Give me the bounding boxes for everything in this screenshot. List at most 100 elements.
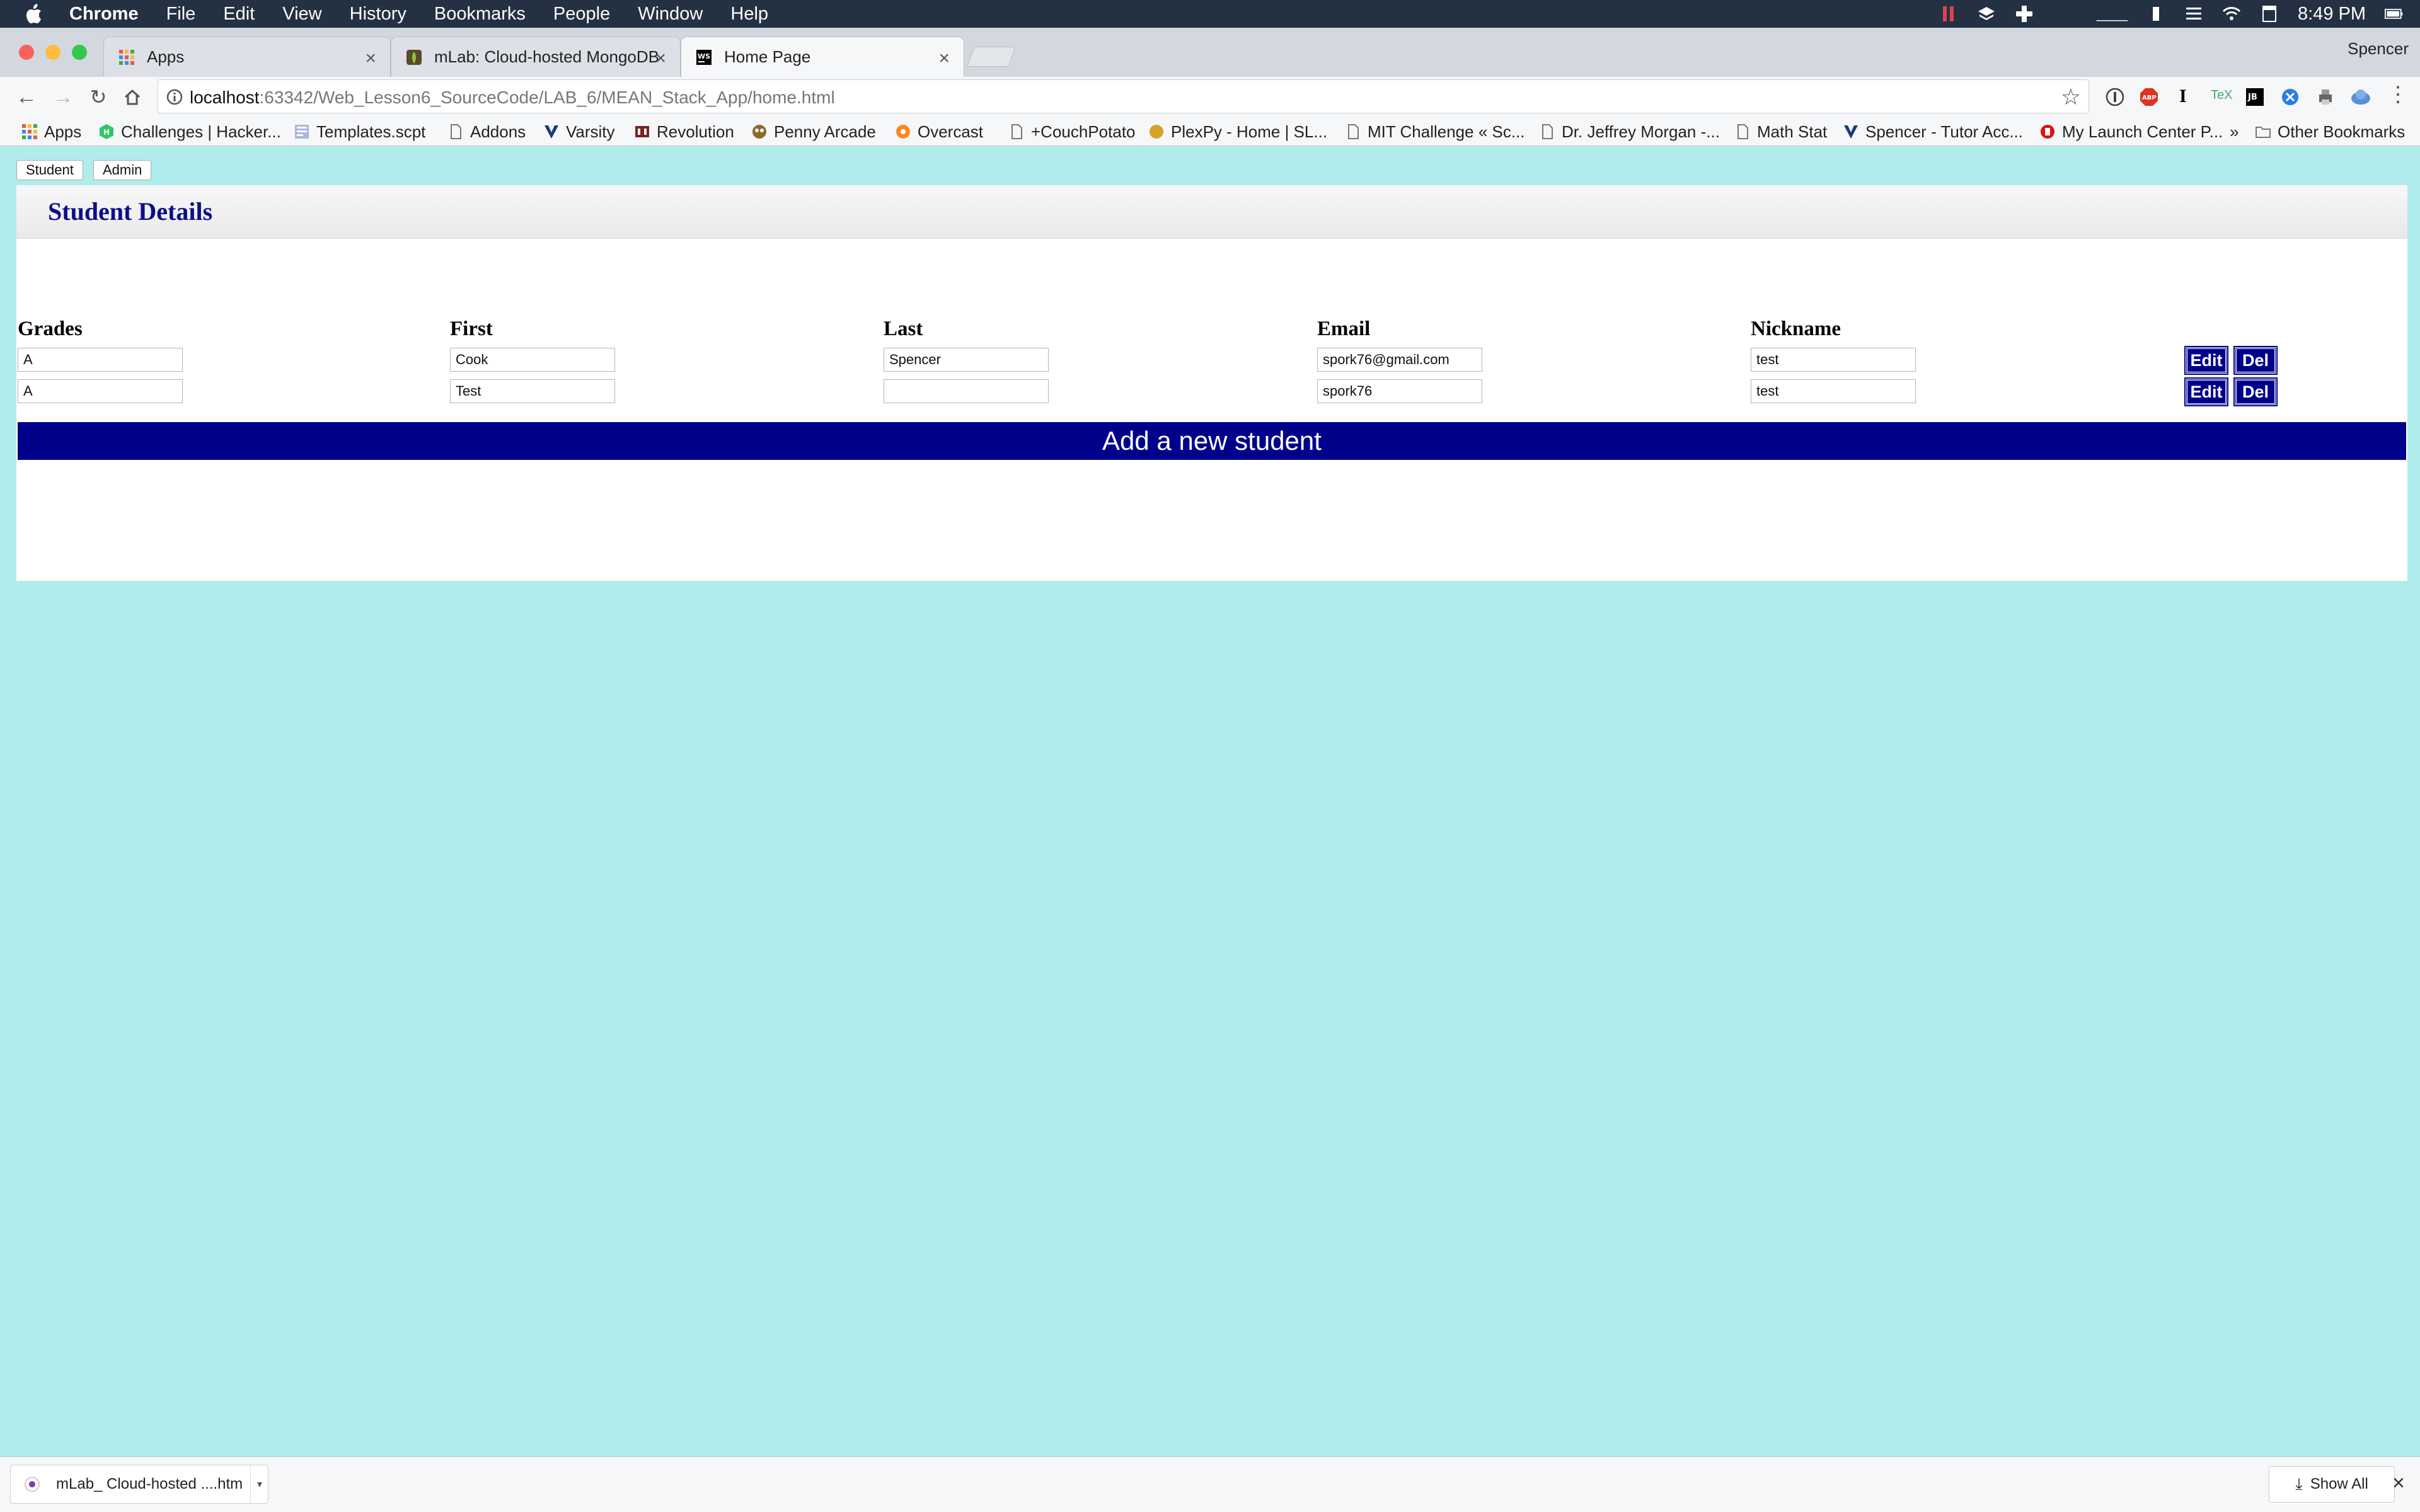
onepassword-icon[interactable] — [2105, 87, 2125, 107]
bookmark-label: Penny Arcade — [774, 122, 876, 141]
new-tab-button[interactable] — [967, 47, 1016, 67]
column-header-nickname: Nickname — [1751, 318, 1841, 340]
nickname-input[interactable]: test — [1751, 379, 1916, 403]
wifi-icon[interactable] — [2222, 4, 2241, 23]
extension-blue-icon[interactable] — [2280, 87, 2300, 107]
other-bookmarks-folder[interactable]: Other Bookmarks — [2255, 121, 2405, 142]
clock[interactable]: 8:49 PM — [2298, 4, 2366, 25]
edit-button[interactable]: Edit — [2184, 346, 2228, 375]
close-shelf-icon[interactable]: × — [2392, 1471, 2405, 1496]
first-name-input[interactable]: Cook — [450, 348, 615, 372]
adblock-icon[interactable]: ABP — [2139, 87, 2159, 107]
download-item[interactable]: mLab_ Cloud-hosted ....htm ▾ — [10, 1465, 268, 1504]
bookmark-launch-center[interactable]: My Launch Center P... — [2039, 121, 2223, 142]
grade-input[interactable]: A — [18, 379, 183, 403]
page-icon — [1737, 124, 1748, 139]
grade-input[interactable]: A — [18, 348, 183, 372]
bookmarks-overflow-chevron[interactable]: » — [2230, 121, 2238, 142]
menu-people[interactable]: People — [553, 4, 610, 25]
forward-arrow-icon[interactable]: → — [50, 84, 76, 110]
email-input[interactable]: spork76@gmail.com — [1317, 348, 1482, 372]
calendar-icon[interactable] — [2260, 4, 2279, 23]
bookmark-varsity[interactable]: Varsity — [543, 121, 615, 142]
bookmark-jeffrey-morgan[interactable]: Dr. Jeffrey Morgan -... — [1539, 121, 1720, 142]
bookmark-templates[interactable]: Templates.scpt — [294, 121, 425, 142]
address-bar[interactable]: localhost:63342/Web_Lesson6_SourceCode/L… — [158, 79, 2089, 113]
pause-icon[interactable] — [1939, 4, 1958, 23]
window-zoom-button[interactable] — [72, 45, 87, 60]
plus-cross-icon[interactable] — [2015, 4, 2034, 23]
back-arrow-icon[interactable]: ← — [14, 84, 39, 110]
close-tab-icon[interactable]: × — [655, 48, 666, 69]
close-tab-icon[interactable]: × — [365, 48, 376, 69]
tex-icon[interactable]: TeX — [2211, 88, 2232, 103]
url-text[interactable]: localhost:63342/Web_Lesson6_SourceCode/L… — [190, 88, 835, 108]
hackerrank-icon: H — [100, 124, 113, 139]
window-minimize-button[interactable] — [45, 45, 60, 60]
download-options-chevron-icon[interactable]: ▾ — [250, 1465, 268, 1503]
bookmark-penny-arcade[interactable]: Penny Arcade — [751, 121, 876, 142]
url-path: :63342/Web_Lesson6_SourceCode/LAB_6/MEAN… — [259, 88, 835, 107]
bookmark-hackerrank[interactable]: H Challenges | Hacker... — [98, 121, 281, 142]
home-icon[interactable] — [120, 84, 145, 110]
apps-grid-icon — [22, 124, 37, 139]
show-all-downloads-button[interactable]: ⤓ Show All — [2269, 1466, 2395, 1503]
tab-apps[interactable]: Apps × — [103, 37, 391, 77]
menu-history[interactable]: History — [350, 4, 406, 25]
window-close-button[interactable] — [19, 45, 34, 60]
battery-icon[interactable] — [2146, 4, 2165, 23]
tab-label: mLab: Cloud-hosted MongoDB — [434, 47, 659, 66]
layers-icon[interactable] — [1977, 4, 1996, 23]
show-all-label: Show All — [2310, 1475, 2368, 1492]
menu-file[interactable]: File — [166, 4, 196, 25]
bookmark-label: Varsity — [566, 122, 615, 141]
varsity-icon — [1844, 125, 1858, 139]
bookmark-tutor-account[interactable]: Spencer - Tutor Acc... — [1843, 121, 2023, 142]
bookmark-label: Spencer - Tutor Acc... — [1865, 122, 2023, 141]
apple-icon[interactable] — [25, 3, 44, 25]
admin-nav-button[interactable]: Admin — [93, 160, 152, 180]
delete-button[interactable]: Del — [2233, 346, 2278, 375]
last-name-input[interactable] — [884, 379, 1049, 403]
menu-view[interactable]: View — [282, 4, 321, 25]
tab-home-page[interactable]: WS Home Page × — [681, 37, 964, 77]
menu-help[interactable]: Help — [730, 4, 768, 25]
bookmark-overcast[interactable]: Overcast — [895, 121, 983, 142]
bookmark-apps[interactable]: Apps — [21, 121, 81, 142]
bookmark-star-icon[interactable]: ☆ — [2061, 84, 2081, 110]
bookmark-addons[interactable]: Addons — [447, 121, 526, 142]
last-name-input[interactable]: Spencer — [884, 348, 1049, 372]
cloud-extension-icon[interactable] — [2349, 87, 2372, 107]
instapaper-icon[interactable]: I — [2179, 86, 2187, 107]
tab-mlab[interactable]: mLab: Cloud-hosted MongoDB × — [391, 37, 681, 77]
bookmark-label: Apps — [44, 122, 82, 141]
printer-icon[interactable] — [2315, 87, 2336, 107]
penny-arcade-icon — [752, 125, 766, 139]
add-student-button[interactable]: Add a new student — [18, 422, 2406, 460]
reload-icon[interactable]: ↻ — [86, 84, 111, 110]
list-icon[interactable] — [2184, 4, 2203, 23]
menu-app-chrome[interactable]: Chrome — [69, 4, 139, 25]
jetbrains-icon[interactable]: JB — [2245, 87, 2265, 107]
bookmark-plexpy[interactable]: PlexPy - Home | SL... — [1148, 121, 1327, 142]
info-icon[interactable] — [166, 88, 183, 106]
menu-edit[interactable]: Edit — [223, 4, 255, 25]
menu-window[interactable]: Window — [638, 4, 703, 25]
nickname-input[interactable]: test — [1751, 348, 1916, 372]
page-icon — [451, 124, 461, 139]
bookmark-revolution[interactable]: Revolution — [634, 121, 734, 142]
first-name-input[interactable]: Test — [450, 379, 615, 403]
student-nav-button[interactable]: Student — [16, 160, 83, 180]
menu-bookmarks[interactable]: Bookmarks — [434, 4, 526, 25]
profile-name[interactable]: Spencer — [2348, 39, 2409, 59]
apps-grid-icon — [119, 49, 134, 65]
bookmark-mit-challenge[interactable]: MIT Challenge « Sc... — [1345, 121, 1525, 142]
battery-full-icon[interactable] — [2385, 4, 2404, 23]
close-tab-icon[interactable]: × — [938, 48, 950, 69]
email-input[interactable]: spork76 — [1317, 379, 1482, 403]
chrome-menu-icon[interactable]: ⋮ — [2387, 82, 2409, 107]
bookmark-math-stat[interactable]: Math Stat — [1734, 121, 1827, 142]
bookmark-couchpotato[interactable]: +CouchPotato — [1008, 121, 1136, 142]
delete-button[interactable]: Del — [2233, 377, 2278, 406]
edit-button[interactable]: Edit — [2184, 377, 2228, 406]
